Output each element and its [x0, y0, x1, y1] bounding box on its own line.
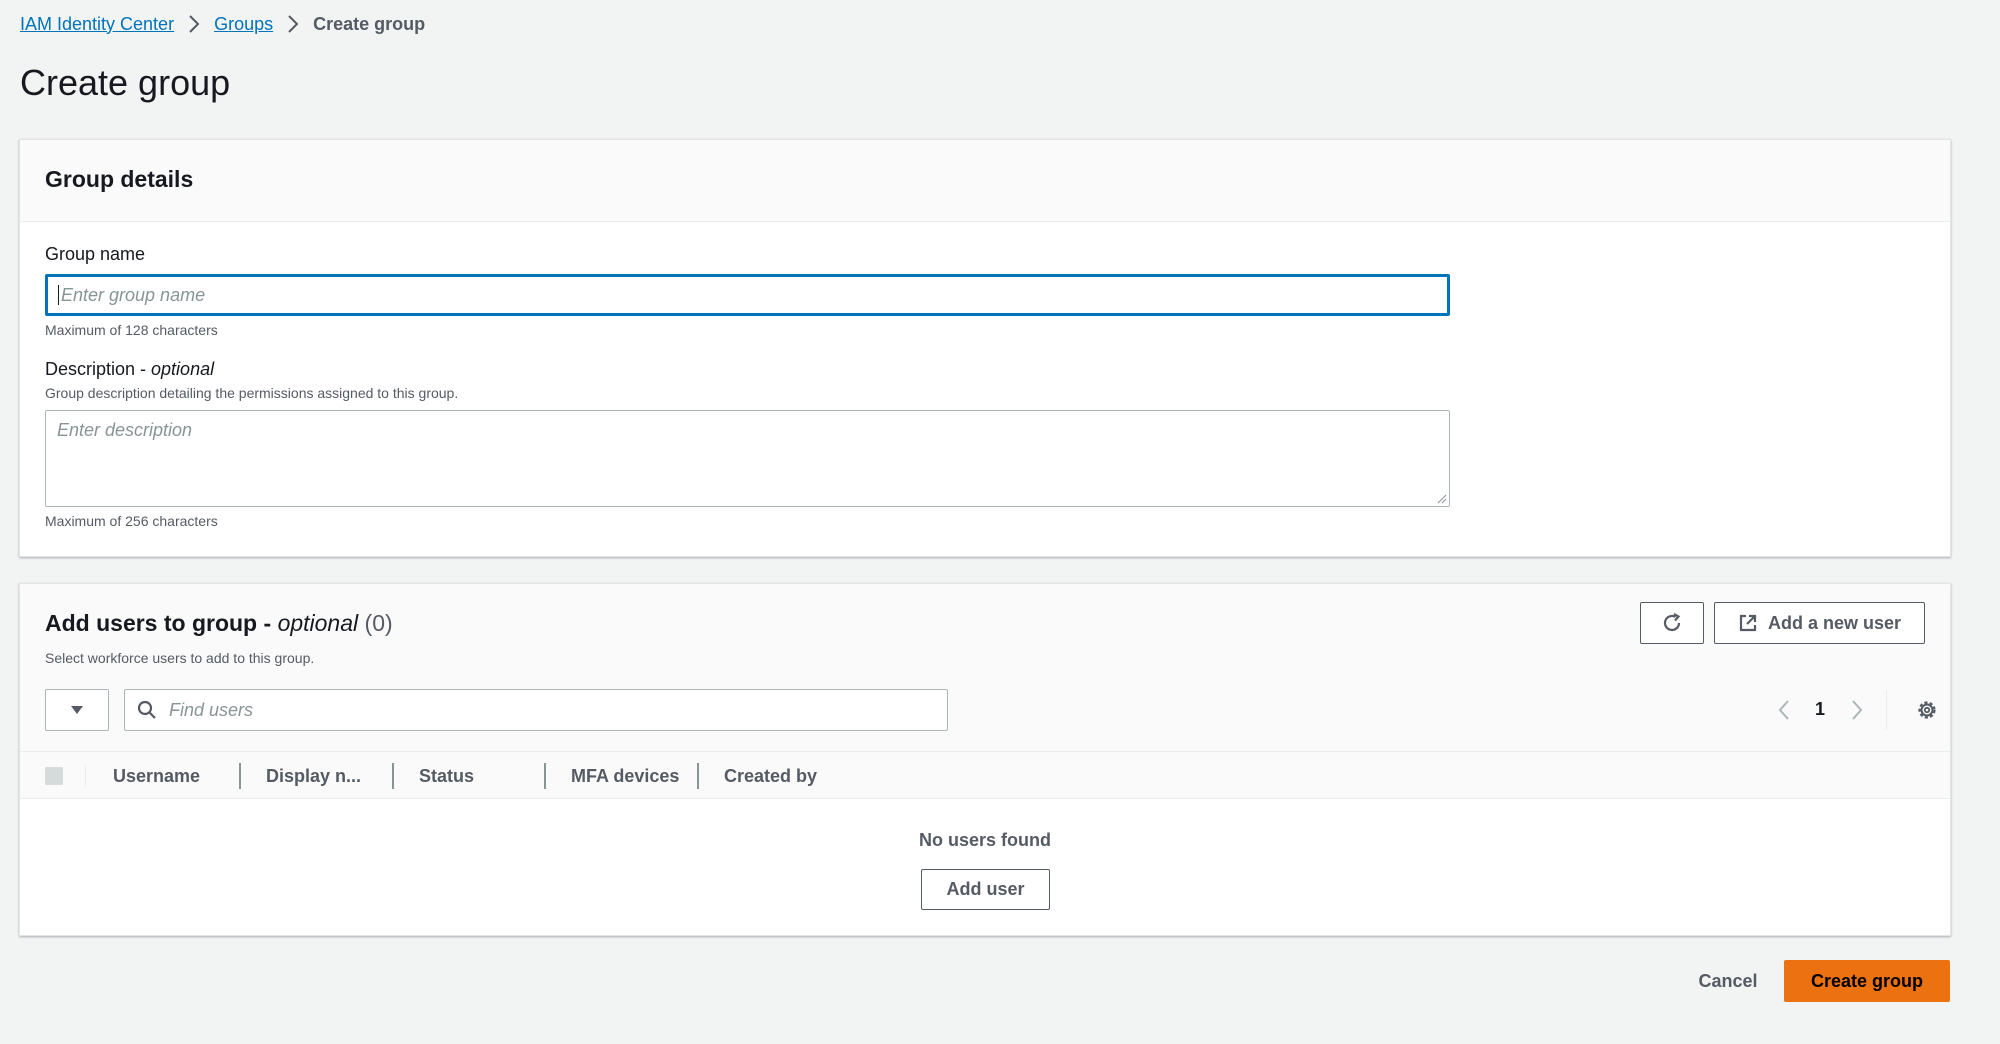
empty-state-text: No users found	[918, 830, 1051, 850]
add-users-count: (0)	[364, 610, 393, 636]
users-table-header: Username Display n... Status MFA devices…	[20, 751, 1950, 799]
breadcrumb-iam-identity-center[interactable]: IAM Identity Center	[20, 14, 174, 35]
group-name-hint: Maximum of 128 characters	[45, 322, 218, 338]
description-label-text: Description -	[45, 359, 152, 379]
search-icon	[137, 700, 156, 719]
create-group-label: Create group	[1810, 970, 1924, 991]
refresh-button[interactable]	[1640, 602, 1704, 644]
add-user-label: Add user	[946, 879, 1025, 899]
column-header-created-by[interactable]: Created by	[724, 752, 817, 800]
chevron-right-icon	[281, 12, 305, 36]
column-resizer[interactable]	[392, 763, 394, 789]
column-header-mfa-devices[interactable]: MFA devices	[571, 752, 679, 800]
group-details-header: Group details	[20, 140, 1950, 222]
column-resizer[interactable]	[544, 763, 546, 789]
create-group-button[interactable]: Create group	[1784, 960, 1950, 1002]
column-header-display-name[interactable]: Display n...	[266, 752, 361, 800]
add-new-user-label: Add a new user	[1767, 612, 1902, 633]
find-users-placeholder: Find users	[169, 699, 254, 720]
group-details-title: Group details	[45, 166, 194, 192]
chevron-left-icon[interactable]	[1777, 699, 1791, 721]
resize-handle-icon[interactable]	[1435, 492, 1447, 504]
description-label-optional: optional	[151, 359, 215, 379]
add-users-title-optional: optional	[277, 610, 359, 636]
description-help: Group description detailing the permissi…	[45, 385, 459, 401]
add-users-title: Add users to group - optional (0)	[45, 610, 393, 637]
description-label: Description - optional	[45, 359, 214, 380]
breadcrumb-groups[interactable]: Groups	[214, 14, 273, 35]
refresh-icon	[1663, 613, 1681, 632]
description-placeholder: Enter description	[57, 420, 193, 440]
column-resizer[interactable]	[697, 763, 699, 789]
filter-dropdown[interactable]	[45, 689, 109, 731]
find-users-input[interactable]: Find users	[124, 689, 948, 731]
cancel-label: Cancel	[1698, 970, 1758, 991]
breadcrumb: IAM Identity Center Groups Create group	[20, 11, 425, 37]
external-link-icon	[1739, 614, 1757, 632]
description-textarea[interactable]: Enter description	[45, 410, 1450, 507]
group-name-input[interactable]: Enter group name	[45, 274, 1450, 316]
cancel-button[interactable]: Cancel	[1688, 960, 1768, 1002]
add-new-user-button[interactable]: Add a new user	[1714, 602, 1925, 644]
chevron-right-icon[interactable]	[1850, 699, 1864, 721]
col-divider	[85, 765, 86, 787]
column-header-status[interactable]: Status	[419, 752, 474, 800]
description-hint: Maximum of 256 characters	[45, 513, 218, 529]
pagination-divider	[1886, 690, 1887, 730]
page-number[interactable]: 1	[1815, 699, 1825, 720]
gear-icon[interactable]	[1916, 699, 1938, 721]
breadcrumb-current: Create group	[313, 13, 426, 34]
column-header-username[interactable]: Username	[113, 752, 200, 800]
chevron-right-icon	[182, 12, 206, 36]
group-name-placeholder: Enter group name	[61, 284, 206, 305]
add-user-button[interactable]: Add user	[921, 869, 1050, 910]
select-all-checkbox[interactable]	[45, 767, 63, 785]
add-users-header: Add users to group - optional (0) Select…	[20, 584, 1950, 751]
caret-down-icon	[71, 706, 83, 714]
group-name-label: Group name	[45, 244, 146, 264]
page-title: Create group	[20, 62, 231, 103]
text-caret	[58, 285, 59, 305]
group-details-panel: Group details Group name Enter group nam…	[19, 139, 1951, 557]
column-resizer[interactable]	[239, 763, 241, 789]
add-users-title-text: Add users to group -	[45, 610, 278, 636]
add-users-panel: Add users to group - optional (0) Select…	[19, 583, 1951, 936]
add-users-subtitle: Select workforce users to add to this gr…	[45, 650, 315, 666]
